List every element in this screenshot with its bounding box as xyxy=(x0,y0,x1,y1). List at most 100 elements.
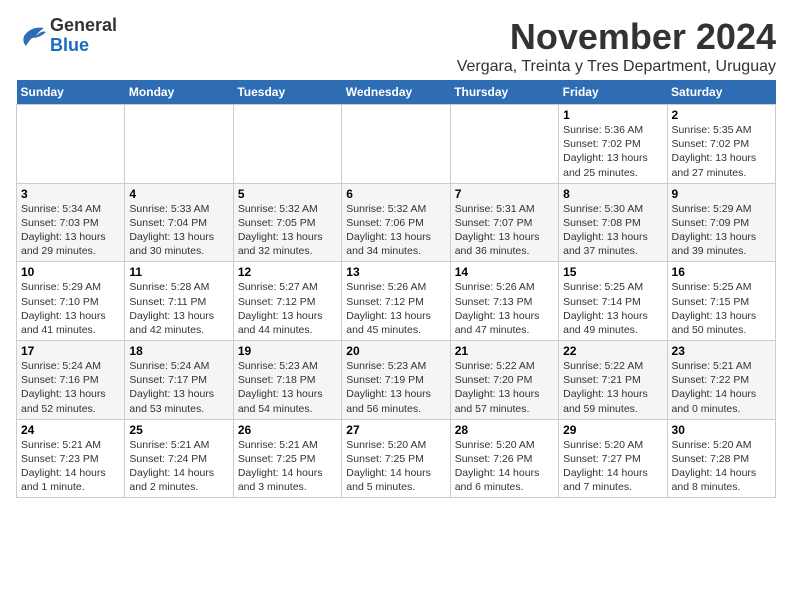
logo: General Blue xyxy=(16,16,117,56)
calendar-table: SundayMondayTuesdayWednesdayThursdayFrid… xyxy=(16,80,776,498)
day-number: 29 xyxy=(563,423,662,437)
calendar-cell: 29Sunrise: 5:20 AM Sunset: 7:27 PM Dayli… xyxy=(559,419,667,498)
calendar-cell: 12Sunrise: 5:27 AM Sunset: 7:12 PM Dayli… xyxy=(233,262,341,341)
calendar-cell: 28Sunrise: 5:20 AM Sunset: 7:26 PM Dayli… xyxy=(450,419,558,498)
day-info: Sunrise: 5:21 AM Sunset: 7:23 PM Dayligh… xyxy=(21,438,120,495)
day-number: 2 xyxy=(672,108,771,122)
day-number: 30 xyxy=(672,423,771,437)
weekday-header: Wednesday xyxy=(342,80,450,105)
day-number: 28 xyxy=(455,423,554,437)
calendar-cell: 30Sunrise: 5:20 AM Sunset: 7:28 PM Dayli… xyxy=(667,419,775,498)
logo-icon xyxy=(16,24,46,48)
day-number: 14 xyxy=(455,265,554,279)
calendar-cell: 27Sunrise: 5:20 AM Sunset: 7:25 PM Dayli… xyxy=(342,419,450,498)
day-number: 12 xyxy=(238,265,337,279)
day-info: Sunrise: 5:26 AM Sunset: 7:12 PM Dayligh… xyxy=(346,280,445,337)
calendar-cell: 20Sunrise: 5:23 AM Sunset: 7:19 PM Dayli… xyxy=(342,341,450,420)
day-info: Sunrise: 5:29 AM Sunset: 7:09 PM Dayligh… xyxy=(672,202,771,259)
day-number: 18 xyxy=(129,344,228,358)
day-number: 27 xyxy=(346,423,445,437)
day-number: 16 xyxy=(672,265,771,279)
day-info: Sunrise: 5:23 AM Sunset: 7:18 PM Dayligh… xyxy=(238,359,337,416)
calendar-week-row: 24Sunrise: 5:21 AM Sunset: 7:23 PM Dayli… xyxy=(17,419,776,498)
day-info: Sunrise: 5:36 AM Sunset: 7:02 PM Dayligh… xyxy=(563,123,662,180)
day-number: 5 xyxy=(238,187,337,201)
calendar-cell: 26Sunrise: 5:21 AM Sunset: 7:25 PM Dayli… xyxy=(233,419,341,498)
day-info: Sunrise: 5:20 AM Sunset: 7:28 PM Dayligh… xyxy=(672,438,771,495)
day-info: Sunrise: 5:20 AM Sunset: 7:27 PM Dayligh… xyxy=(563,438,662,495)
calendar-cell: 9Sunrise: 5:29 AM Sunset: 7:09 PM Daylig… xyxy=(667,183,775,262)
day-info: Sunrise: 5:21 AM Sunset: 7:22 PM Dayligh… xyxy=(672,359,771,416)
logo-blue: Blue xyxy=(50,35,89,55)
day-number: 23 xyxy=(672,344,771,358)
day-info: Sunrise: 5:31 AM Sunset: 7:07 PM Dayligh… xyxy=(455,202,554,259)
day-info: Sunrise: 5:24 AM Sunset: 7:16 PM Dayligh… xyxy=(21,359,120,416)
calendar-cell xyxy=(450,105,558,184)
calendar-cell: 11Sunrise: 5:28 AM Sunset: 7:11 PM Dayli… xyxy=(125,262,233,341)
calendar-cell: 1Sunrise: 5:36 AM Sunset: 7:02 PM Daylig… xyxy=(559,105,667,184)
calendar-cell: 21Sunrise: 5:22 AM Sunset: 7:20 PM Dayli… xyxy=(450,341,558,420)
calendar-cell: 13Sunrise: 5:26 AM Sunset: 7:12 PM Dayli… xyxy=(342,262,450,341)
day-info: Sunrise: 5:24 AM Sunset: 7:17 PM Dayligh… xyxy=(129,359,228,416)
calendar-cell: 3Sunrise: 5:34 AM Sunset: 7:03 PM Daylig… xyxy=(17,183,125,262)
day-number: 13 xyxy=(346,265,445,279)
day-info: Sunrise: 5:26 AM Sunset: 7:13 PM Dayligh… xyxy=(455,280,554,337)
calendar-cell: 25Sunrise: 5:21 AM Sunset: 7:24 PM Dayli… xyxy=(125,419,233,498)
day-info: Sunrise: 5:33 AM Sunset: 7:04 PM Dayligh… xyxy=(129,202,228,259)
day-info: Sunrise: 5:25 AM Sunset: 7:15 PM Dayligh… xyxy=(672,280,771,337)
calendar-cell: 19Sunrise: 5:23 AM Sunset: 7:18 PM Dayli… xyxy=(233,341,341,420)
calendar-week-row: 10Sunrise: 5:29 AM Sunset: 7:10 PM Dayli… xyxy=(17,262,776,341)
day-info: Sunrise: 5:20 AM Sunset: 7:25 PM Dayligh… xyxy=(346,438,445,495)
calendar-week-row: 3Sunrise: 5:34 AM Sunset: 7:03 PM Daylig… xyxy=(17,183,776,262)
day-info: Sunrise: 5:21 AM Sunset: 7:25 PM Dayligh… xyxy=(238,438,337,495)
day-number: 10 xyxy=(21,265,120,279)
calendar-cell: 24Sunrise: 5:21 AM Sunset: 7:23 PM Dayli… xyxy=(17,419,125,498)
calendar-cell: 18Sunrise: 5:24 AM Sunset: 7:17 PM Dayli… xyxy=(125,341,233,420)
calendar-cell: 15Sunrise: 5:25 AM Sunset: 7:14 PM Dayli… xyxy=(559,262,667,341)
day-info: Sunrise: 5:20 AM Sunset: 7:26 PM Dayligh… xyxy=(455,438,554,495)
day-info: Sunrise: 5:35 AM Sunset: 7:02 PM Dayligh… xyxy=(672,123,771,180)
day-number: 26 xyxy=(238,423,337,437)
day-info: Sunrise: 5:29 AM Sunset: 7:10 PM Dayligh… xyxy=(21,280,120,337)
day-info: Sunrise: 5:32 AM Sunset: 7:05 PM Dayligh… xyxy=(238,202,337,259)
weekday-header: Friday xyxy=(559,80,667,105)
weekday-header: Saturday xyxy=(667,80,775,105)
day-info: Sunrise: 5:34 AM Sunset: 7:03 PM Dayligh… xyxy=(21,202,120,259)
calendar-cell: 6Sunrise: 5:32 AM Sunset: 7:06 PM Daylig… xyxy=(342,183,450,262)
day-number: 11 xyxy=(129,265,228,279)
calendar-cell: 23Sunrise: 5:21 AM Sunset: 7:22 PM Dayli… xyxy=(667,341,775,420)
calendar-cell xyxy=(125,105,233,184)
calendar-cell: 8Sunrise: 5:30 AM Sunset: 7:08 PM Daylig… xyxy=(559,183,667,262)
day-number: 9 xyxy=(672,187,771,201)
day-info: Sunrise: 5:22 AM Sunset: 7:20 PM Dayligh… xyxy=(455,359,554,416)
day-info: Sunrise: 5:25 AM Sunset: 7:14 PM Dayligh… xyxy=(563,280,662,337)
page-header: General Blue November 2024 Vergara, Trei… xyxy=(16,16,776,76)
day-number: 24 xyxy=(21,423,120,437)
day-number: 15 xyxy=(563,265,662,279)
calendar-cell xyxy=(17,105,125,184)
title-area: November 2024 Vergara, Treinta y Tres De… xyxy=(457,16,776,76)
weekday-header: Thursday xyxy=(450,80,558,105)
day-info: Sunrise: 5:28 AM Sunset: 7:11 PM Dayligh… xyxy=(129,280,228,337)
calendar-cell: 14Sunrise: 5:26 AM Sunset: 7:13 PM Dayli… xyxy=(450,262,558,341)
calendar-cell xyxy=(342,105,450,184)
calendar-cell: 10Sunrise: 5:29 AM Sunset: 7:10 PM Dayli… xyxy=(17,262,125,341)
day-info: Sunrise: 5:22 AM Sunset: 7:21 PM Dayligh… xyxy=(563,359,662,416)
day-number: 3 xyxy=(21,187,120,201)
day-number: 25 xyxy=(129,423,228,437)
day-info: Sunrise: 5:21 AM Sunset: 7:24 PM Dayligh… xyxy=(129,438,228,495)
day-info: Sunrise: 5:23 AM Sunset: 7:19 PM Dayligh… xyxy=(346,359,445,416)
day-number: 19 xyxy=(238,344,337,358)
weekday-header: Tuesday xyxy=(233,80,341,105)
weekday-header: Monday xyxy=(125,80,233,105)
day-number: 7 xyxy=(455,187,554,201)
day-info: Sunrise: 5:32 AM Sunset: 7:06 PM Dayligh… xyxy=(346,202,445,259)
month-title: November 2024 xyxy=(457,16,776,58)
weekday-header: Sunday xyxy=(17,80,125,105)
day-number: 17 xyxy=(21,344,120,358)
calendar-cell: 7Sunrise: 5:31 AM Sunset: 7:07 PM Daylig… xyxy=(450,183,558,262)
calendar-cell: 4Sunrise: 5:33 AM Sunset: 7:04 PM Daylig… xyxy=(125,183,233,262)
calendar-cell: 22Sunrise: 5:22 AM Sunset: 7:21 PM Dayli… xyxy=(559,341,667,420)
calendar-cell: 16Sunrise: 5:25 AM Sunset: 7:15 PM Dayli… xyxy=(667,262,775,341)
day-number: 20 xyxy=(346,344,445,358)
